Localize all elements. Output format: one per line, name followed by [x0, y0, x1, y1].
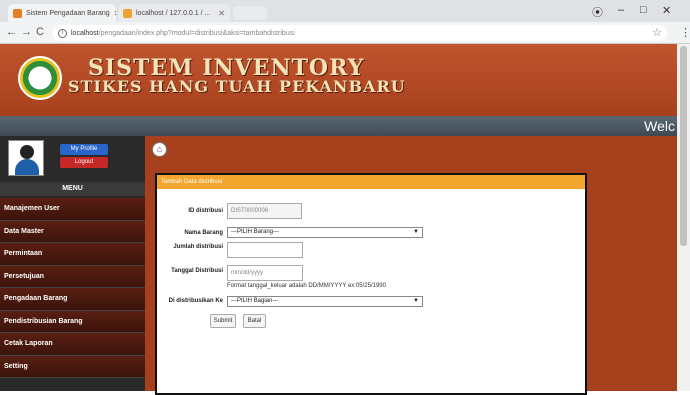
sidebar-item-setting[interactable]: Setting [0, 355, 145, 378]
batal-button[interactable]: Batal [243, 314, 266, 328]
tanggal-distribusi-label: Tanggal Distribusi [171, 268, 223, 274]
nama-barang-label: Nama Barang [184, 230, 223, 236]
close-tab-icon[interactable]: ✕ [218, 9, 225, 18]
tab-title: Sistem Pengadaan Barang [26, 9, 110, 17]
bagian-select[interactable]: ---PILIH Bagian--- ▼ [227, 296, 423, 307]
site-subtitle: STIKES HANG TUAH PEKANBARU [68, 77, 406, 96]
welcome-bar: Welc [0, 116, 677, 136]
bookmark-star-icon[interactable]: ☆ [652, 26, 662, 39]
url-path: /pengadaan/index.php?modul=distribusi&ak… [98, 29, 295, 37]
id-distribusi-label: ID distribusi [188, 208, 223, 214]
id-distribusi-field[interactable]: DIST0000006 [227, 203, 302, 219]
info-icon[interactable]: i [58, 28, 67, 38]
address-bar-row: ← → C i localhost/pengadaan/index.php?mo… [0, 22, 690, 44]
minimize-icon[interactable]: – [618, 4, 624, 16]
nama-barang-select[interactable]: ---PILIH Barang--- ▼ [227, 227, 423, 238]
tab-localhost[interactable]: localhost / 127.0.0.1 / ... ✕ [118, 4, 230, 22]
sidebar-item-persetujuan[interactable]: Persetujuan [0, 265, 145, 288]
forward-icon[interactable]: → [21, 26, 32, 38]
sidebar-item-pengadaan-barang[interactable]: Pengadaan Barang [0, 288, 145, 311]
my-profile-button[interactable]: My Profile [60, 144, 108, 155]
scrollbar-thumb[interactable] [680, 46, 687, 246]
browser-menu-icon[interactable]: ⋮ [680, 26, 690, 39]
tab-title: localhost / 127.0.0.1 / ... [136, 9, 211, 17]
submit-button[interactable]: Submit [210, 314, 236, 328]
user-panel: My Profile Logout [8, 140, 138, 178]
main-content: ⌂ Tambah Data distribusi ID distribusi D… [145, 136, 677, 395]
sidebar-item-cetak-laporan[interactable]: Cetak Laporan [0, 333, 145, 356]
phpmyadmin-icon [123, 8, 132, 18]
chevron-down-icon: ▼ [413, 298, 419, 304]
home-icon[interactable]: ⌂ [152, 142, 167, 157]
page-scrollbar[interactable] [677, 44, 690, 391]
jumlah-distribusi-label: Jumlah distribusi [173, 244, 223, 250]
account-icon[interactable]: ⦿ [592, 4, 603, 20]
nama-barang-selected: ---PILIH Barang--- [231, 229, 280, 235]
logout-button[interactable]: Logout [60, 157, 108, 168]
menu-list: Manajemen User Data Master Permintaan Pe… [0, 198, 145, 378]
tanggal-format-hint: Format tanggal_keluar adalah DD/MM/YYYY … [227, 283, 386, 289]
site-header: SISTEM INVENTORY STIKES HANG TUAH PEKANB… [0, 44, 677, 116]
sidebar-item-data-master[interactable]: Data Master [0, 220, 145, 243]
form-panel: Tambah Data distribusi ID distribusi DIS… [155, 173, 587, 395]
tanggal-distribusi-field[interactable]: mm/dd/yyyy [227, 265, 303, 281]
url-input[interactable]: i localhost/pengadaan/index.php?modul=di… [52, 25, 667, 41]
menu-heading: MENU [0, 182, 145, 196]
sidebar-item-pendistribusian-barang[interactable]: Pendistribusian Barang [0, 310, 145, 333]
browser-tab-bar: Sistem Pengadaan Barang ✕ localhost / 12… [0, 0, 690, 22]
favicon-icon [13, 8, 22, 18]
close-tab-icon[interactable]: ✕ [114, 9, 116, 18]
reload-icon[interactable]: C [36, 26, 44, 38]
bagian-label: Di distribusikan Ke [168, 298, 223, 304]
bagian-selected: ---PILIH Bagian--- [231, 298, 279, 304]
new-tab-button[interactable] [233, 6, 267, 20]
chevron-down-icon: ▼ [413, 229, 419, 235]
close-window-icon[interactable]: ✕ [662, 4, 671, 17]
maximize-icon[interactable]: □ [640, 4, 647, 16]
sidebar: My Profile Logout MENU Manajemen User Da… [0, 136, 145, 391]
jumlah-distribusi-field[interactable] [227, 242, 303, 258]
back-icon[interactable]: ← [6, 26, 17, 38]
sidebar-item-permintaan[interactable]: Permintaan [0, 243, 145, 266]
avatar [8, 140, 44, 176]
institution-logo [18, 56, 62, 100]
sidebar-item-manajemen-user[interactable]: Manajemen User [0, 198, 145, 221]
tab-sistem-pengadaan[interactable]: Sistem Pengadaan Barang ✕ [8, 4, 116, 22]
url-host: localhost [71, 29, 99, 37]
form-heading: Tambah Data distribusi [157, 175, 585, 189]
